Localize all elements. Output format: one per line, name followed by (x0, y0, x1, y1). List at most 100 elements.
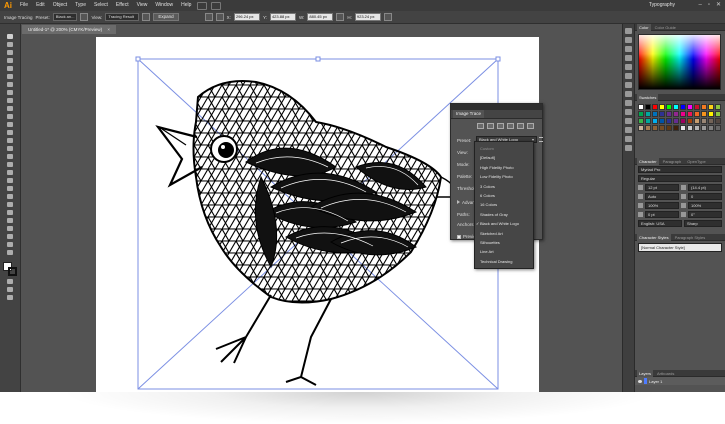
graphic-styles-panel-icon[interactable] (625, 64, 632, 70)
swatch[interactable] (680, 111, 686, 117)
swatch[interactable] (652, 125, 658, 131)
blend-tool-icon[interactable] (7, 202, 13, 207)
horizontal-scale-field[interactable]: 100% (688, 202, 722, 209)
links-panel-icon[interactable] (625, 136, 632, 142)
baseline-shift-field[interactable]: 0 pt (645, 211, 679, 218)
swatch[interactable] (673, 111, 679, 117)
pen-tool-icon[interactable] (7, 66, 13, 71)
preset-option-shades-of-gray[interactable]: Shades of Gray (475, 210, 533, 219)
swatch[interactable] (694, 125, 700, 131)
preset-menu-icon[interactable] (539, 137, 543, 142)
direct-selection-tool-icon[interactable] (7, 42, 13, 47)
swatch[interactable] (687, 111, 693, 117)
swatch[interactable] (659, 104, 665, 110)
preset-option-low-fidelity-photo[interactable]: Low Fidelity Photo (475, 172, 533, 181)
swatch[interactable] (708, 118, 714, 124)
menu-type[interactable]: Type (71, 0, 90, 11)
preset-option-sketched-art[interactable]: Sketched Art (475, 229, 533, 238)
swatch[interactable] (680, 125, 686, 131)
swatch[interactable] (708, 111, 714, 117)
eyedropper-tool-icon[interactable] (7, 194, 13, 199)
character-style-item[interactable]: [Normal Character Style] (638, 243, 722, 252)
close-document-icon[interactable]: × (107, 27, 110, 32)
swatch[interactable] (680, 118, 686, 124)
tab-artboards[interactable]: Artboards (655, 370, 676, 377)
hand-tool-icon[interactable] (7, 242, 13, 247)
workspace-switcher[interactable]: Typography (649, 0, 675, 11)
type-tool-icon[interactable] (7, 74, 13, 79)
swatch[interactable] (701, 125, 707, 131)
font-family-field[interactable]: Myriad Pro (638, 166, 722, 173)
menu-select[interactable]: Select (90, 0, 112, 11)
scale-tool-icon[interactable] (7, 138, 13, 143)
mesh-tool-icon[interactable] (7, 178, 13, 183)
y-field[interactable]: 423.88 px (269, 13, 296, 21)
character-rotation-field[interactable]: 0° (688, 211, 722, 218)
free-transform-tool-icon[interactable] (7, 154, 13, 159)
high-color-icon[interactable] (487, 123, 494, 129)
swatch[interactable] (715, 125, 721, 131)
swatch[interactable] (666, 111, 672, 117)
swatch[interactable] (673, 125, 679, 131)
expand-button[interactable]: Expand (153, 13, 179, 21)
swatch[interactable] (659, 125, 665, 131)
swatch[interactable] (687, 104, 693, 110)
arrange-documents-icon[interactable] (211, 1, 222, 10)
menu-file[interactable]: File (16, 0, 32, 11)
perspective-grid-tool-icon[interactable] (7, 170, 13, 175)
constrain-link-icon[interactable] (336, 13, 345, 21)
line-tool-icon[interactable] (7, 82, 13, 87)
brushes-panel-icon[interactable] (625, 46, 632, 52)
swatch[interactable] (687, 125, 693, 131)
preset-option-3-colors[interactable]: 3 Colors (475, 182, 533, 191)
swatch[interactable] (638, 111, 644, 117)
tab-image-trace[interactable]: Image Trace (453, 110, 485, 118)
menu-edit[interactable]: Edit (32, 0, 49, 11)
swatch[interactable] (715, 118, 721, 124)
swatches-panel-icon[interactable] (625, 37, 632, 43)
swatch[interactable] (652, 111, 658, 117)
color-spectrum[interactable] (638, 34, 721, 90)
swatch[interactable] (666, 125, 672, 131)
outline-icon[interactable] (527, 123, 534, 129)
fill-stroke-swatches[interactable] (3, 262, 17, 276)
paintbrush-tool-icon[interactable] (7, 98, 13, 103)
preset-option-16-colors[interactable]: 16 Colors (475, 200, 533, 209)
gradient-panel-icon[interactable] (625, 91, 632, 97)
column-graph-tool-icon[interactable] (7, 218, 13, 223)
blob-brush-tool-icon[interactable] (7, 114, 13, 119)
drawing-mode-icon[interactable] (7, 287, 13, 292)
vertical-scale-field[interactable]: 100% (645, 202, 679, 209)
gradient-tool-icon[interactable] (7, 186, 13, 191)
menu-view[interactable]: View (133, 0, 152, 11)
magic-wand-tool-icon[interactable] (7, 50, 13, 55)
transform-icon[interactable] (383, 13, 392, 21)
font-style-field[interactable]: Regular (638, 175, 722, 182)
layer-row[interactable]: Layer 1 (635, 377, 725, 385)
swatch[interactable] (680, 104, 686, 110)
reference-point-icon[interactable] (215, 13, 224, 21)
font-size-field[interactable]: 12 pt (645, 184, 679, 191)
lasso-tool-icon[interactable] (7, 58, 13, 63)
swatch[interactable] (694, 104, 700, 110)
swatch[interactable] (708, 104, 714, 110)
swatch[interactable] (687, 118, 693, 124)
zoom-tool-icon[interactable] (7, 250, 13, 255)
swatch[interactable] (659, 118, 665, 124)
symbol-sprayer-tool-icon[interactable] (7, 210, 13, 215)
preset-option-technical-drawing[interactable]: Technical Drawing (475, 257, 533, 266)
preset-option-6-colors[interactable]: 6 Colors (475, 191, 533, 200)
view-toggle-icon[interactable] (142, 13, 151, 21)
color-panel-icon[interactable] (625, 28, 632, 34)
tab-paragraph-styles[interactable]: Paragraph Styles (673, 234, 708, 241)
tab-opentype[interactable]: OpenType (685, 158, 707, 165)
language-select[interactable]: English: USA (638, 220, 682, 227)
swatch[interactable] (666, 118, 672, 124)
menu-help[interactable]: Help (177, 0, 195, 11)
swatch[interactable] (666, 104, 672, 110)
bridge-icon[interactable] (197, 1, 208, 10)
grayscale-icon[interactable] (507, 123, 514, 129)
shape-builder-tool-icon[interactable] (7, 162, 13, 167)
image-trace-panel-icon[interactable] (80, 13, 89, 21)
tab-character-styles[interactable]: Character Styles (637, 233, 671, 241)
